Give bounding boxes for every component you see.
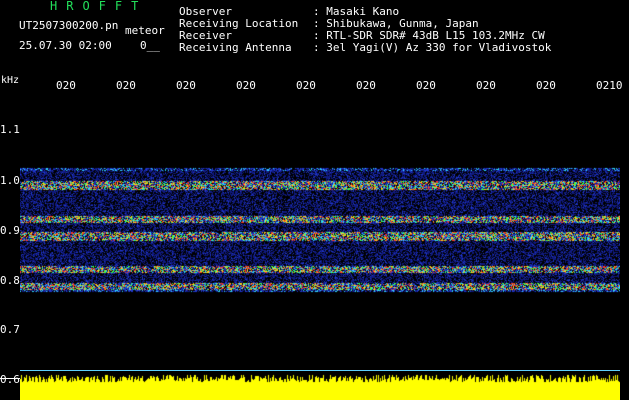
time-tick: 020 bbox=[56, 79, 76, 92]
time-tick: 020 bbox=[236, 79, 256, 92]
time-tick: 020 bbox=[416, 79, 436, 92]
info-key-antenna: Receiving Antenna bbox=[179, 41, 292, 54]
time-tick: 020 bbox=[176, 79, 196, 92]
info-value-antenna: : 3el Yagi(V) Az 330 for Vladivostok bbox=[313, 41, 552, 54]
counter-label: 0__ bbox=[140, 39, 160, 52]
frequency-tick: 0.9 bbox=[0, 224, 20, 237]
time-tick: 0210 bbox=[596, 79, 623, 92]
signal-level-bar bbox=[20, 372, 620, 400]
frequency-tick: 0.8 bbox=[0, 274, 20, 287]
time-tick: 020 bbox=[296, 79, 316, 92]
time-tick: 020 bbox=[476, 79, 496, 92]
time-tick: 020 bbox=[536, 79, 556, 92]
baseline-divider bbox=[20, 370, 620, 371]
time-tick: 020 bbox=[356, 79, 376, 92]
axis-marker bbox=[0, 378, 20, 379]
frequency-unit-label: kHz bbox=[1, 75, 20, 86]
frequency-tick: 1.0 bbox=[0, 174, 20, 187]
time-tick: 020 bbox=[116, 79, 136, 92]
meteor-tag: meteor bbox=[125, 24, 165, 37]
datetime-label: 25.07.30 02:00 bbox=[19, 39, 112, 52]
hrofft-logo: HROFFT bbox=[50, 0, 148, 13]
frequency-tick: 1.1 bbox=[0, 123, 20, 136]
frequency-tick: 0.6 bbox=[0, 373, 20, 386]
frequency-tick: 0.7 bbox=[0, 323, 20, 336]
spectrogram-plot bbox=[20, 96, 620, 370]
filename-label: UT2507300200.pn bbox=[19, 19, 119, 32]
